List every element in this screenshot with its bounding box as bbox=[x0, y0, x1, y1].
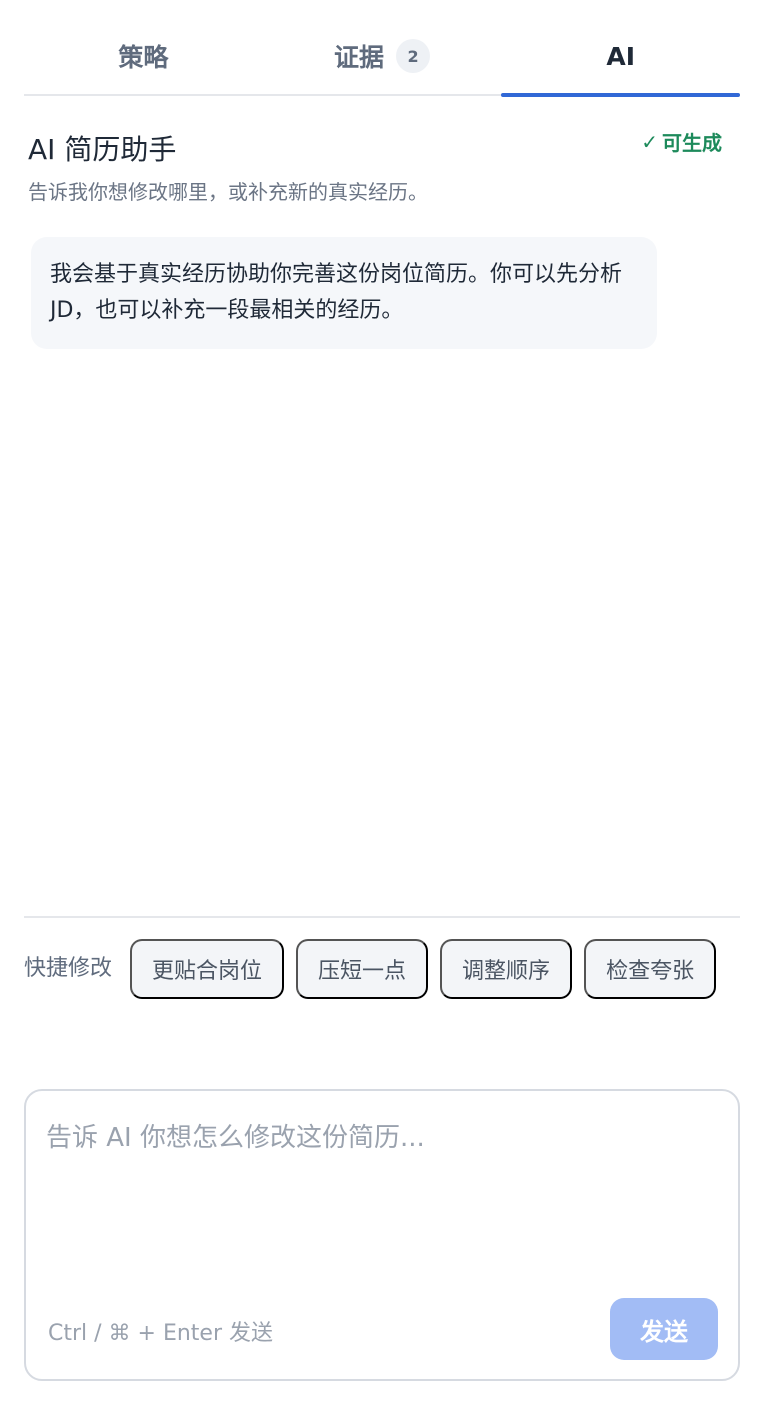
quick-actions: 快捷修改 更贴合岗位 压短一点 调整顺序 检查夸张 bbox=[24, 939, 740, 999]
check-icon: ✓ bbox=[641, 129, 658, 154]
divider bbox=[24, 916, 740, 918]
panel-title: AI 简历助手 bbox=[28, 133, 177, 166]
tab-evidence[interactable]: 证据 2 bbox=[263, 18, 502, 94]
message-input[interactable] bbox=[46, 1117, 718, 1297]
status-text: 可生成 bbox=[662, 131, 722, 155]
tab-ai-label: AI bbox=[606, 41, 635, 71]
evidence-count-badge: 2 bbox=[396, 39, 431, 73]
message-composer: Ctrl / ⌘ + Enter 发送 发送 bbox=[24, 1089, 740, 1381]
quick-actions-label: 快捷修改 bbox=[24, 956, 113, 981]
tab-ai[interactable]: AI bbox=[501, 18, 740, 97]
status-badge: ✓ 可生成 bbox=[641, 127, 722, 156]
send-shortcut-hint: Ctrl / ⌘ + Enter 发送 bbox=[48, 1321, 274, 1346]
tab-strategy-label: 策略 bbox=[118, 43, 169, 72]
ai-assistant-panel: 策略 证据 2 AI AI 简历助手 ✓ 可生成 告诉我你想修改哪里，或补充新的… bbox=[0, 0, 764, 1402]
tab-bar: 策略 证据 2 AI bbox=[24, 18, 740, 97]
quick-action-shorten[interactable]: 压短一点 bbox=[296, 939, 429, 999]
tab-strategy[interactable]: 策略 bbox=[24, 18, 263, 94]
panel-subtitle: 告诉我你想修改哪里，或补充新的真实经历。 bbox=[28, 180, 428, 204]
quick-action-reorder[interactable]: 调整顺序 bbox=[440, 939, 573, 999]
quick-action-fit-role[interactable]: 更贴合岗位 bbox=[130, 939, 285, 999]
tab-evidence-label: 证据 bbox=[334, 43, 385, 72]
quick-action-check-exaggeration[interactable]: 检查夸张 bbox=[584, 939, 717, 999]
assistant-message: 我会基于真实经历协助你完善这份岗位简历。你可以先分析 JD，也可以补充一段最相关… bbox=[31, 237, 657, 349]
send-button[interactable]: 发送 bbox=[610, 1298, 718, 1360]
